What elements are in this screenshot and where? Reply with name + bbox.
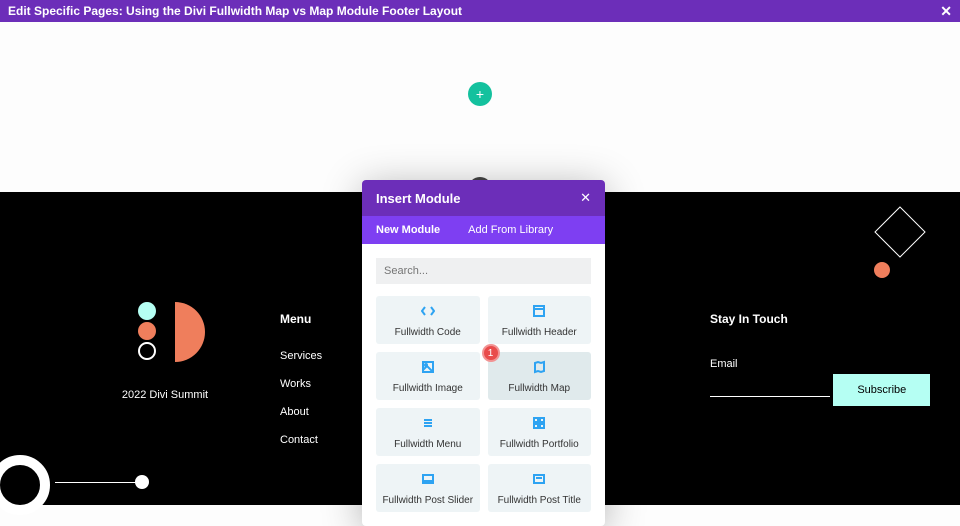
add-section-button[interactable]: +	[468, 82, 492, 106]
menu-icon	[421, 416, 435, 430]
top-bar: Edit Specific Pages: Using the Divi Full…	[0, 0, 960, 22]
module-grid: Fullwidth Code Fullwidth Header Fullwidth …	[376, 296, 591, 512]
tab-new-module[interactable]: New Module	[362, 216, 454, 244]
plus-icon: +	[476, 86, 484, 102]
modal-close-icon[interactable]: ✕	[580, 190, 591, 206]
module-label: Fullwidth Portfolio	[492, 439, 588, 450]
header-icon	[532, 304, 546, 318]
modal-body: Fullwidth Code Fullwidth Header Fullwidth …	[362, 244, 605, 526]
menu-title: Menu	[280, 312, 322, 326]
module-label: Fullwidth Post Title	[492, 495, 588, 506]
annotation-badge: 1	[482, 344, 500, 362]
donut-icon	[0, 455, 50, 515]
tab-add-from-library[interactable]: Add From Library	[454, 216, 567, 244]
dot-icon	[135, 475, 149, 489]
touch-title: Stay In Touch	[710, 312, 930, 326]
subscribe-button[interactable]: Subscribe	[833, 374, 930, 406]
code-icon	[421, 304, 435, 318]
footer-menu: Menu Services Works About Contact	[280, 312, 322, 462]
menu-item-contact[interactable]: Contact	[280, 434, 322, 446]
email-field[interactable]	[710, 381, 830, 397]
email-label: Email	[710, 358, 930, 370]
diamond-icon	[870, 202, 930, 262]
brand-logo	[120, 302, 210, 377]
brand-block: 2022 Divi Summit	[120, 302, 210, 401]
module-label: Fullwidth Post Slider	[380, 495, 476, 506]
brand-label: 2022 Divi Summit	[120, 389, 210, 401]
module-label: Fullwidth Code	[380, 327, 476, 338]
slider-icon	[421, 472, 435, 486]
menu-item-works[interactable]: Works	[280, 378, 322, 390]
module-fullwidth-image[interactable]: Fullwidth Image	[376, 352, 480, 400]
module-fullwidth-portfolio[interactable]: Fullwidth Portfolio	[488, 408, 592, 456]
module-fullwidth-map[interactable]: 1Fullwidth Map	[488, 352, 592, 400]
module-label: Fullwidth Header	[492, 327, 588, 338]
module-fullwidth-menu[interactable]: Fullwidth Menu	[376, 408, 480, 456]
menu-item-about[interactable]: About	[280, 406, 322, 418]
search-input[interactable]	[376, 258, 591, 284]
map-icon	[532, 360, 546, 374]
page-title: Edit Specific Pages: Using the Divi Full…	[8, 4, 462, 18]
topbar-close-icon[interactable]: ✕	[940, 3, 952, 20]
module-fullwidth-code[interactable]: Fullwidth Code	[376, 296, 480, 344]
line-icon	[55, 482, 140, 483]
image-icon	[421, 360, 435, 374]
module-fullwidth-header[interactable]: Fullwidth Header	[488, 296, 592, 344]
modal-header: Insert Module ✕	[362, 180, 605, 216]
module-label: Fullwidth Image	[380, 383, 476, 394]
modal-title: Insert Module	[376, 191, 580, 206]
canvas-area: + +	[0, 22, 960, 192]
portfolio-icon	[532, 416, 546, 430]
module-label: Fullwidth Menu	[380, 439, 476, 450]
subscribe-block: Stay In Touch Email Subscribe	[710, 312, 930, 415]
module-label: Fullwidth Map	[492, 383, 588, 394]
menu-item-services[interactable]: Services	[280, 350, 322, 362]
orange-dot-icon	[874, 262, 890, 278]
modal-tabs: New Module Add From Library	[362, 216, 605, 244]
title-icon	[532, 472, 546, 486]
insert-module-modal: Insert Module ✕ New Module Add From Libr…	[362, 180, 605, 526]
